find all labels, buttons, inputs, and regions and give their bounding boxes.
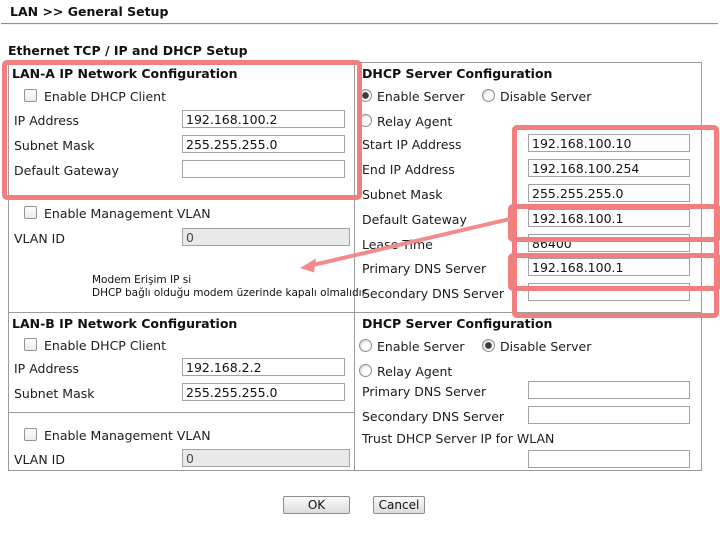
dhcp-a-end-ip-input[interactable] — [528, 159, 690, 177]
lan-a-ip-address-input[interactable] — [182, 110, 345, 128]
dhcp-b-trust-dhcp-label: Trust DHCP Server IP for WLAN — [362, 431, 554, 446]
dhcp-a-enable-server-radio[interactable] — [359, 89, 372, 102]
dhcp-b-primary-dns-input[interactable] — [528, 381, 690, 399]
dhcp-b-disable-server-radio[interactable] — [482, 339, 495, 352]
dhcp-b-enable-server-label: Enable Server — [377, 339, 465, 354]
dhcp-b-relay-agent-label: Relay Agent — [377, 364, 452, 379]
lan-a-subnet-mask-input[interactable] — [182, 135, 345, 153]
dhcp-a-lease-time-label: Lease Time — [362, 237, 433, 252]
lan-b-inner-divider — [9, 412, 354, 413]
lan-a-vlan-id-label: VLAN ID — [14, 231, 65, 246]
lan-a-default-gateway-input[interactable] — [182, 160, 345, 178]
lan-b-vlan-id-input — [182, 449, 350, 467]
dhcp-b-primary-dns-label: Primary DNS Server — [362, 384, 486, 399]
lan-a-enable-dhcp-client-label: Enable DHCP Client — [44, 89, 166, 104]
lan-a-default-gateway-label: Default Gateway — [14, 163, 119, 178]
lan-b-ip-address-input[interactable] — [182, 358, 345, 376]
lan-b-section-title: LAN-B IP Network Configuration — [12, 316, 237, 331]
annotation-line-2: DHCP bağlı olduğu modem üzerinde kapalı … — [92, 287, 366, 299]
dhcp-b-trust-dhcp-input[interactable] — [528, 450, 690, 468]
lan-a-enable-dhcp-client-checkbox[interactable] — [24, 89, 37, 102]
dhcp-b-enable-server-radio[interactable] — [359, 339, 372, 352]
lan-a-ip-address-label: IP Address — [14, 113, 79, 128]
dhcp-a-secondary-dns-label: Secondary DNS Server — [362, 286, 504, 301]
dhcp-a-start-ip-input[interactable] — [528, 134, 690, 152]
ok-button[interactable]: OK — [283, 496, 350, 514]
dhcp-b-relay-agent-radio[interactable] — [359, 364, 372, 377]
lan-b-enable-dhcp-client-label: Enable DHCP Client — [44, 338, 166, 353]
lan-a-enable-management-vlan-label: Enable Management VLAN — [44, 206, 211, 221]
dhcp-a-secondary-dns-input[interactable] — [528, 283, 690, 301]
dhcp-a-enable-server-label: Enable Server — [377, 89, 465, 104]
lan-a-subnet-mask-label: Subnet Mask — [14, 138, 94, 153]
lan-b-enable-management-vlan-checkbox[interactable] — [24, 428, 37, 441]
dhcp-a-lease-time-input[interactable] — [528, 234, 690, 252]
lan-general-setup-page: LAN >> General Setup Ethernet TCP / IP a… — [0, 0, 720, 547]
dhcp-b-secondary-dns-label: Secondary DNS Server — [362, 409, 504, 424]
dhcp-a-default-gateway-label: Default Gateway — [362, 212, 467, 227]
lan-b-enable-management-vlan-label: Enable Management VLAN — [44, 428, 211, 443]
dhcp-a-default-gateway-input[interactable] — [528, 209, 690, 227]
dhcp-a-start-ip-label: Start IP Address — [362, 137, 462, 152]
section-heading: Ethernet TCP / IP and DHCP Setup — [8, 43, 248, 58]
page-title: LAN >> General Setup — [10, 4, 168, 19]
cancel-button[interactable]: Cancel — [373, 496, 425, 514]
annotation-line-1: Modem Erişim IP si — [92, 274, 191, 286]
lan-a-enable-management-vlan-checkbox[interactable] — [24, 206, 37, 219]
dhcp-a-section-title: DHCP Server Configuration — [362, 66, 552, 81]
lan-b-ip-address-label: IP Address — [14, 361, 79, 376]
column-divider — [354, 62, 355, 471]
dhcp-a-relay-agent-label: Relay Agent — [377, 114, 452, 129]
lan-b-subnet-mask-label: Subnet Mask — [14, 386, 94, 401]
dhcp-b-secondary-dns-input[interactable] — [528, 406, 690, 424]
dhcp-a-end-ip-label: End IP Address — [362, 162, 455, 177]
dhcp-a-relay-agent-radio[interactable] — [359, 114, 372, 127]
dhcp-a-subnet-mask-input[interactable] — [528, 184, 690, 202]
lan-b-enable-dhcp-client-checkbox[interactable] — [24, 338, 37, 351]
dhcp-a-subnet-mask-label: Subnet Mask — [362, 187, 442, 202]
dhcp-a-primary-dns-input[interactable] — [528, 258, 690, 276]
lan-a-vlan-id-input — [182, 228, 350, 246]
dhcp-a-disable-server-radio[interactable] — [482, 89, 495, 102]
dhcp-a-disable-server-label: Disable Server — [500, 89, 591, 104]
row-divider — [8, 312, 702, 313]
lan-a-section-title: LAN-A IP Network Configuration — [12, 66, 237, 81]
title-divider — [1, 23, 718, 25]
lan-b-subnet-mask-input[interactable] — [182, 383, 345, 401]
dhcp-b-disable-server-label: Disable Server — [500, 339, 591, 354]
lan-b-vlan-id-label: VLAN ID — [14, 452, 65, 467]
dhcp-b-section-title: DHCP Server Configuration — [362, 316, 552, 331]
dhcp-a-primary-dns-label: Primary DNS Server — [362, 261, 486, 276]
